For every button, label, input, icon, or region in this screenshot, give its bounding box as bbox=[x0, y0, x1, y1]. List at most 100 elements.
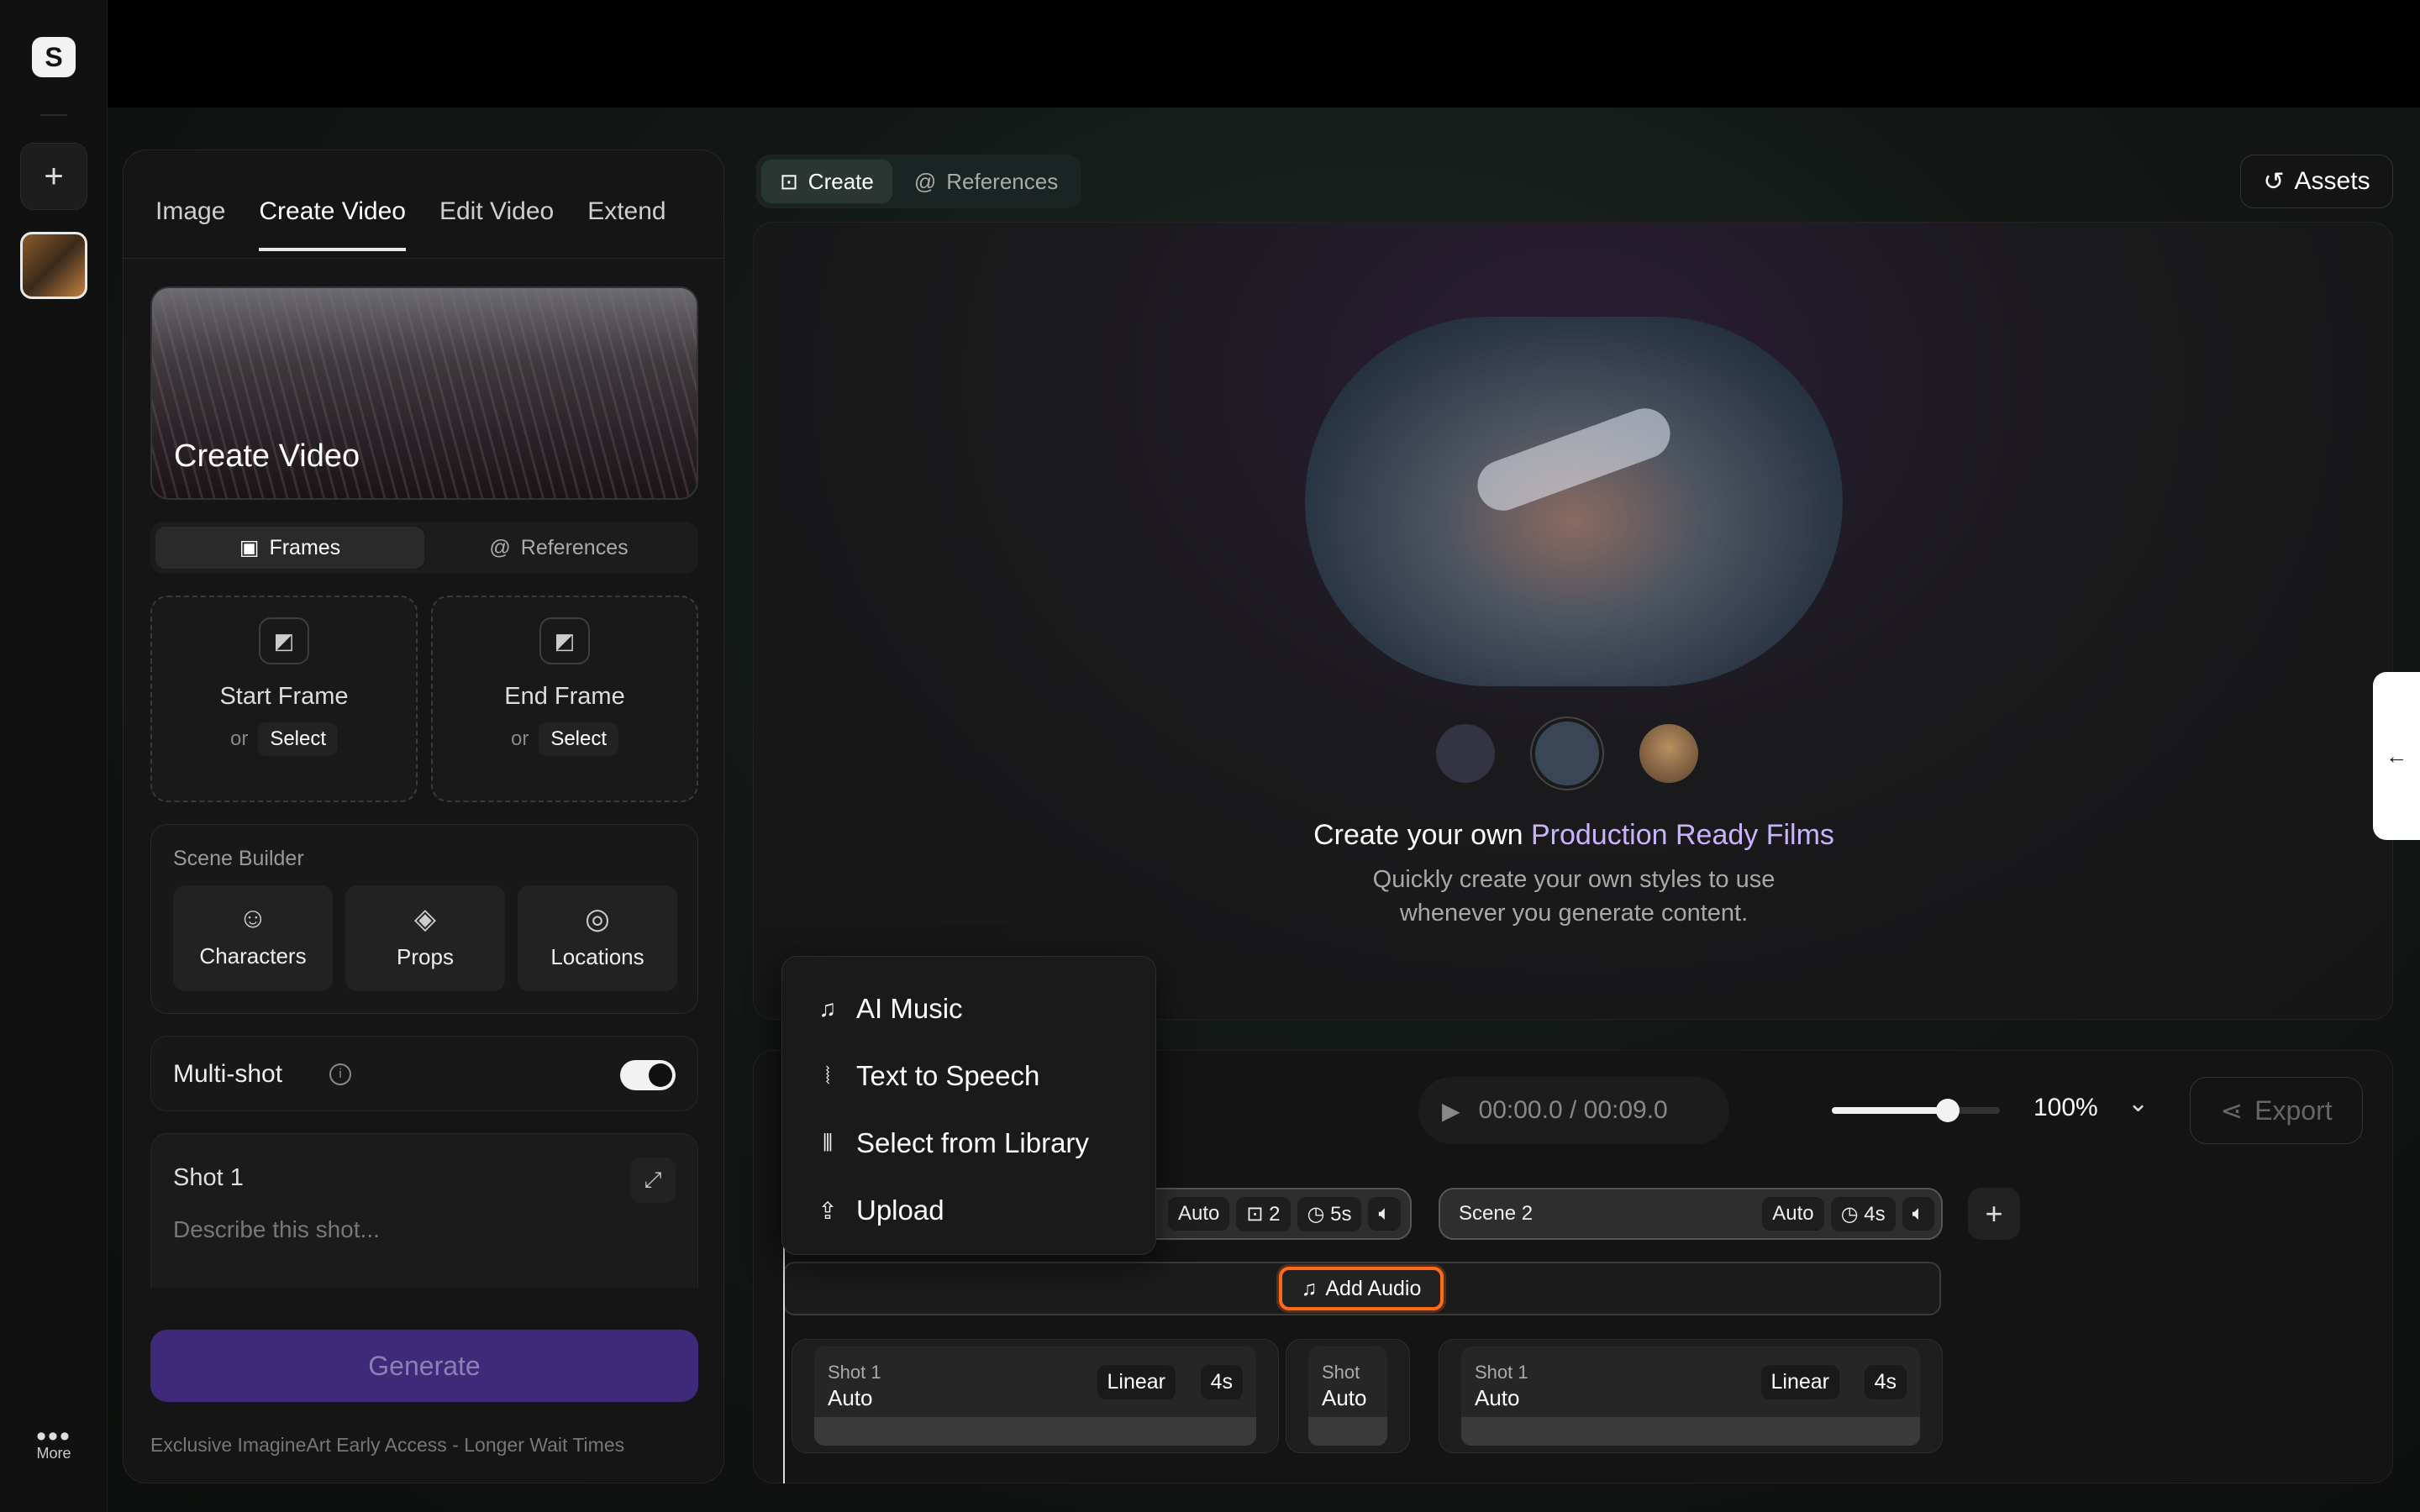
start-frame-options: or Select bbox=[152, 722, 416, 756]
arrow-left-icon: ← bbox=[2386, 743, 2407, 769]
shot-clip-body: Shot 1 Auto Linear 4s bbox=[1461, 1347, 1920, 1446]
tab-edit-video[interactable]: Edit Video bbox=[439, 197, 554, 251]
top-references-tab[interactable]: @ References bbox=[896, 160, 1076, 203]
app-logo-icon[interactable]: S bbox=[32, 37, 76, 77]
preview-subtitle-line: whenever you generate content. bbox=[1399, 900, 1749, 927]
start-frame-select-button[interactable]: Select bbox=[258, 722, 339, 756]
avatar[interactable] bbox=[1639, 724, 1698, 783]
props-label: Props bbox=[397, 944, 454, 969]
globe-icon: ◎ bbox=[585, 903, 610, 935]
shots-icon: ⊡ bbox=[1246, 1202, 1270, 1226]
mode-tabs: Image Create Video Edit Video Extend bbox=[155, 197, 666, 251]
music-note-icon: ♫ bbox=[1301, 1276, 1318, 1300]
preview-subtitle-line: Quickly create your own styles to use bbox=[1372, 866, 1776, 893]
zoom-slider-knob[interactable] bbox=[1936, 1099, 1960, 1122]
end-frame-dropzone[interactable]: ◩ End Frame or Select bbox=[431, 596, 698, 802]
chevron-down-icon[interactable]: ⌄ bbox=[2128, 1089, 2149, 1118]
info-icon[interactable]: i bbox=[329, 1063, 351, 1085]
props-button[interactable]: ◈ Props bbox=[345, 885, 505, 991]
expand-icon[interactable]: ⤢ bbox=[630, 1158, 676, 1203]
avatar-selected[interactable] bbox=[1530, 717, 1604, 790]
add-audio-button[interactable]: ♫ Add Audio bbox=[1279, 1267, 1444, 1310]
zoom-slider[interactable] bbox=[1832, 1099, 2000, 1122]
tab-extend[interactable]: Extend bbox=[587, 197, 666, 251]
scene-2-mode: Auto bbox=[1762, 1197, 1824, 1231]
scene-2-name: Scene 2 bbox=[1459, 1202, 1534, 1225]
playhead[interactable] bbox=[783, 1235, 785, 1483]
shot-clip[interactable]: Shot 1 Auto Linear 4s bbox=[792, 1339, 1279, 1453]
locations-label: Locations bbox=[550, 944, 644, 969]
characters-button[interactable]: ☺ Characters bbox=[173, 885, 333, 991]
new-project-button[interactable]: + bbox=[20, 143, 87, 210]
more-dots-icon: ••• bbox=[36, 1420, 71, 1452]
playback-control: ▶ 00:00.0 / 00:09.0 bbox=[1418, 1077, 1729, 1144]
shot-editor: Shot 1 Describe this shot... ⤢ bbox=[150, 1133, 698, 1288]
generate-button[interactable]: Generate bbox=[150, 1330, 698, 1402]
menu-item-text-to-speech[interactable]: ⦚ Text to Speech bbox=[782, 1042, 1155, 1110]
frames-tab[interactable]: ▣ Frames bbox=[155, 527, 424, 569]
frames-references-toggle: ▣ Frames @ References bbox=[150, 522, 698, 574]
end-frame-options: or Select bbox=[433, 722, 697, 756]
locations-button[interactable]: ◎ Locations bbox=[518, 885, 677, 991]
share-icon: ⋖ bbox=[2220, 1095, 2244, 1126]
scene-builder: Scene Builder ☺ Characters ◈ Props ◎ Loc… bbox=[150, 824, 698, 1014]
volume-icon[interactable]: 🔈︎ bbox=[1368, 1197, 1401, 1231]
tab-image[interactable]: Image bbox=[155, 197, 225, 251]
top-references-label: References bbox=[946, 168, 1059, 194]
menu-item-upload[interactable]: ⇪ Upload bbox=[782, 1177, 1155, 1244]
style-avatars bbox=[1436, 717, 1698, 790]
project-thumbnail[interactable] bbox=[20, 232, 87, 299]
menu-item-ai-music[interactable]: ♫ AI Music bbox=[782, 975, 1155, 1042]
speech-icon: ⦚ bbox=[825, 1062, 830, 1089]
shot-clip-label: Shot 1 bbox=[1475, 1362, 1528, 1383]
scene-2-bar[interactable]: Scene 2 Auto ◷ 4s 🔈︎ bbox=[1439, 1188, 1943, 1240]
toggle-knob bbox=[649, 1063, 672, 1087]
scene-1-shots: ⊡ 2 bbox=[1236, 1196, 1291, 1231]
hero-title: Create Video bbox=[174, 438, 360, 474]
menu-item-label: Text to Speech bbox=[856, 1060, 1040, 1091]
assets-button[interactable]: ↺ Assets bbox=[2240, 155, 2393, 208]
zoom-slider-fill bbox=[1832, 1107, 1948, 1114]
preview-title-plain: Create your own bbox=[1313, 819, 1531, 851]
references-tab[interactable]: @ References bbox=[424, 527, 693, 569]
shot-clip-body: Shot 1 Auto Linear 4s bbox=[814, 1347, 1256, 1446]
shapes-icon: ◈ bbox=[413, 903, 437, 935]
scene-2-duration-value: 4s bbox=[1864, 1202, 1886, 1226]
or-label: or bbox=[510, 727, 529, 750]
multishot-label: Multi-shot bbox=[173, 1060, 283, 1088]
scene-builder-label: Scene Builder bbox=[173, 847, 304, 870]
scan-icon: ⊡ bbox=[780, 168, 798, 194]
playback-time: 00:00.0 / 00:09.0 bbox=[1478, 1096, 1668, 1124]
shot-clip[interactable]: Shot 1 Auto Linear 4s bbox=[1439, 1339, 1943, 1453]
collapse-panel-button[interactable]: ← bbox=[2373, 672, 2420, 840]
create-tab[interactable]: ⊡ Create bbox=[761, 160, 892, 203]
shot-clip-value: Auto bbox=[828, 1385, 873, 1410]
end-frame-title: End Frame bbox=[504, 683, 625, 710]
at-icon: @ bbox=[489, 535, 511, 559]
end-frame-select-button[interactable]: Select bbox=[539, 722, 619, 756]
start-frame-dropzone[interactable]: ◩ Start Frame or Select bbox=[150, 596, 418, 802]
play-icon[interactable]: ▶ bbox=[1442, 1097, 1460, 1125]
volume-icon[interactable]: 🔈︎ bbox=[1902, 1197, 1934, 1231]
shot-title: Shot 1 bbox=[173, 1164, 244, 1191]
zoom-level: 100% bbox=[2033, 1094, 2098, 1121]
scene-2-duration: ◷ 4s bbox=[1830, 1196, 1896, 1231]
add-scene-button[interactable]: + bbox=[1968, 1188, 2020, 1240]
early-access-note: Exclusive ImagineArt Early Access - Long… bbox=[150, 1434, 625, 1456]
face-paint bbox=[1470, 401, 1678, 518]
avatar[interactable] bbox=[1436, 724, 1495, 783]
multishot-toggle[interactable] bbox=[620, 1060, 676, 1090]
scene-1-mode: Auto bbox=[1168, 1197, 1230, 1231]
menu-item-select-from-library[interactable]: ⫴ Select from Library bbox=[782, 1110, 1155, 1177]
tab-create-video[interactable]: Create Video bbox=[259, 197, 406, 251]
frames-label: Frames bbox=[269, 535, 341, 559]
shot-clip-value: Auto bbox=[1475, 1385, 1520, 1410]
clock-icon: ◷ bbox=[1307, 1202, 1331, 1226]
characters-label: Characters bbox=[199, 943, 307, 969]
scene-1-duration-value: 5s bbox=[1330, 1202, 1352, 1226]
more-button[interactable]: ••• More bbox=[0, 1420, 108, 1462]
shot-clip[interactable]: Shot Auto bbox=[1286, 1339, 1410, 1453]
export-button[interactable]: ⋖ Export bbox=[2190, 1077, 2363, 1144]
left-rail: S + ••• More bbox=[0, 0, 108, 1512]
shot-description-input[interactable]: Describe this shot... bbox=[173, 1216, 380, 1243]
